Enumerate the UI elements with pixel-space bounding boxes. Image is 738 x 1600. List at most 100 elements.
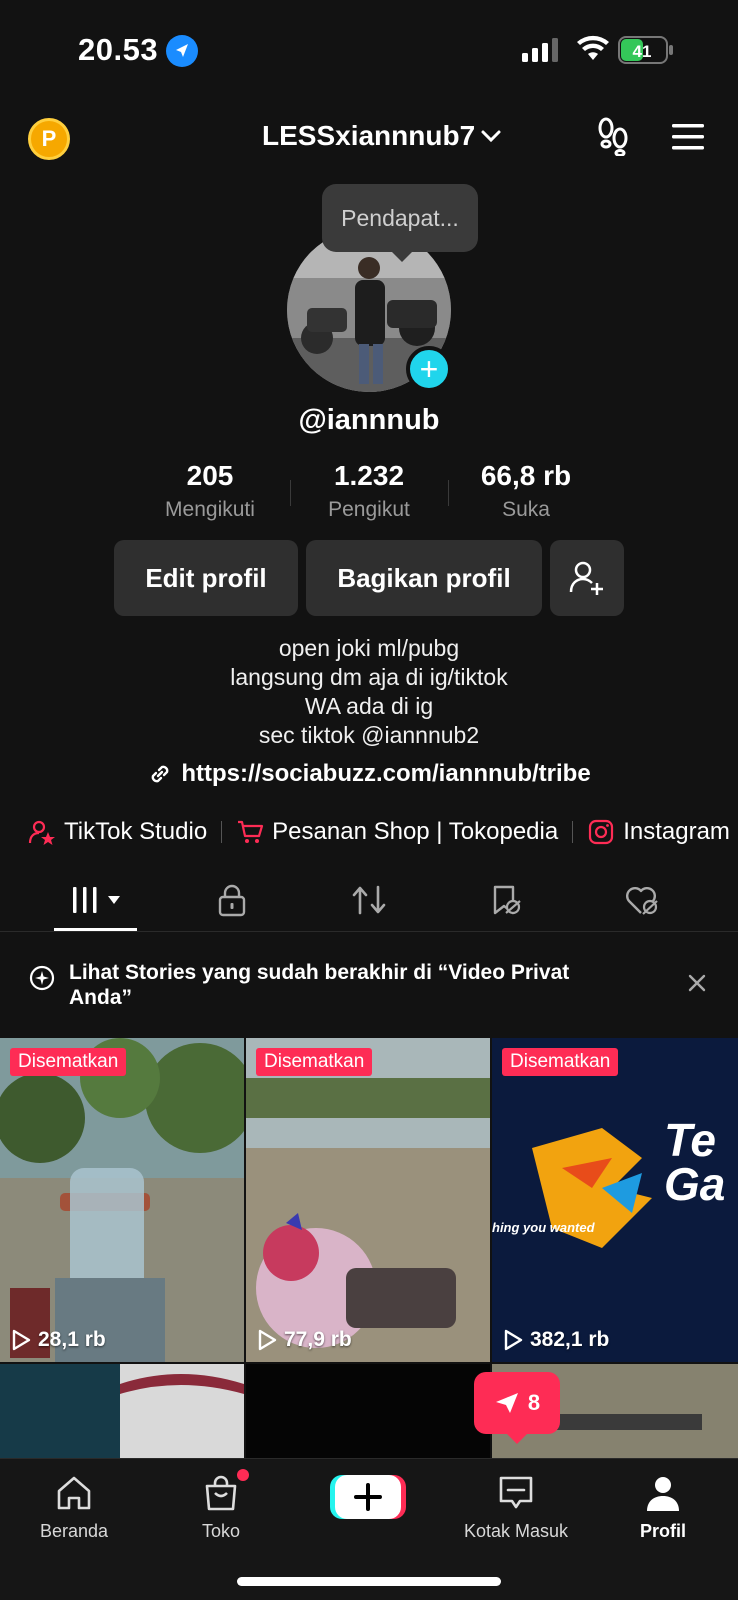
hamburger-menu-icon[interactable] xyxy=(670,120,706,154)
tab-liked-hidden[interactable] xyxy=(620,878,664,922)
close-icon[interactable] xyxy=(686,972,708,994)
video-thumbnail xyxy=(0,1038,244,1362)
stat-likes[interactable]: 66,8 rb Suka xyxy=(451,460,601,522)
add-user-icon xyxy=(569,561,603,595)
thumbnail-brand: Te Ga xyxy=(664,1118,726,1206)
nav-profile[interactable]: Profil xyxy=(593,1469,733,1542)
share-profile-button[interactable]: Bagikan profil xyxy=(306,540,542,616)
wifi-icon xyxy=(577,35,609,60)
home-icon xyxy=(57,1476,91,1510)
view-count-text: 382,1 rb xyxy=(530,1328,610,1351)
stat-likes-value: 66,8 rb xyxy=(480,460,572,491)
pinned-badge: Disematkan xyxy=(10,1048,127,1076)
nav-home[interactable]: Beranda xyxy=(4,1469,144,1542)
create-button[interactable] xyxy=(330,1473,406,1521)
profile-link[interactable]: https://sociabuzz.com/iannnub/tribe xyxy=(0,760,738,788)
coin-badge-icon[interactable]: P xyxy=(28,118,70,160)
video-tile[interactable]: hing you wanted Te Ga Disematkan 382,1 r… xyxy=(492,1038,738,1362)
chevron-down-icon xyxy=(481,130,501,143)
add-friend-button[interactable] xyxy=(550,540,624,616)
caret-down-icon xyxy=(107,896,120,904)
nav-label: Kotak Masuk xyxy=(463,1521,569,1541)
svg-text:41: 41 xyxy=(633,42,652,61)
bubble-count: 8 xyxy=(527,1390,541,1415)
stat-following[interactable]: 205 Mengikuti xyxy=(135,460,285,522)
bio-line: sec tiktok @iannnub2 xyxy=(258,722,480,748)
create-plus-icon xyxy=(330,1475,406,1519)
stat-followers-value: 1.232 xyxy=(333,460,405,491)
lock-icon xyxy=(218,884,246,917)
video-thumbnail xyxy=(0,1364,244,1458)
play-icon xyxy=(504,1329,523,1351)
play-icon xyxy=(12,1329,31,1351)
profile-bio: open joki ml/pubg langsung dm aja di ig/… xyxy=(0,634,738,750)
shortcut-label: TikTok Studio xyxy=(64,818,208,845)
stat-followers[interactable]: 1.232 Pengikut xyxy=(294,460,444,522)
feedback-tooltip[interactable]: Pendapat... xyxy=(322,184,478,262)
shortcut-shop-orders[interactable]: Pesanan Shop | Tokopedia xyxy=(236,818,558,846)
status-time: 20.53 xyxy=(78,32,159,67)
video-tile[interactable] xyxy=(0,1364,244,1458)
stat-likes-label: Suka xyxy=(502,498,550,521)
bottom-nav: Beranda Toko Kotak Masuk Profil xyxy=(0,1458,738,1600)
nav-shop[interactable]: Toko xyxy=(151,1469,291,1542)
story-sparkle-icon xyxy=(29,965,55,991)
view-count-text: 28,1 rb xyxy=(38,1328,106,1351)
profile-handle: @iannnub xyxy=(298,404,440,436)
shortcut-instagram[interactable]: Instagram xyxy=(587,818,730,846)
profile-shortcuts: TikTok Studio Pesanan Shop | Tokopedia I… xyxy=(28,812,730,852)
edit-profile-button[interactable]: Edit profil xyxy=(114,540,298,616)
nav-label: Profil xyxy=(639,1521,686,1541)
footprints-icon[interactable] xyxy=(596,116,632,157)
stat-followers-label: Pengikut xyxy=(328,498,410,521)
shortcut-tiktok-studio[interactable]: TikTok Studio xyxy=(28,818,207,846)
notification-dot xyxy=(237,1469,249,1481)
studio-user-star-icon xyxy=(28,820,55,845)
profile-link-text: https://sociabuzz.com/iannnub/tribe xyxy=(181,760,591,787)
profile-stats: 205 Mengikuti 1.232 Pengikut 66,8 rb Suk… xyxy=(0,460,738,524)
tab-reposts[interactable] xyxy=(347,878,391,922)
tab-private[interactable] xyxy=(210,878,254,922)
nav-label: Beranda xyxy=(39,1521,109,1541)
tab-videos[interactable] xyxy=(54,878,137,922)
shortcut-label: Pesanan Shop | Tokopedia xyxy=(272,818,559,845)
battery-icon: 41 xyxy=(618,36,673,64)
instagram-icon xyxy=(589,819,614,845)
view-count: 382,1 rb xyxy=(502,1328,609,1352)
bio-line: open joki ml/pubg xyxy=(278,635,460,661)
view-count: 77,9 rb xyxy=(256,1328,352,1352)
tab-favorites-hidden[interactable] xyxy=(484,878,528,922)
view-count-text: 77,9 rb xyxy=(284,1328,352,1351)
shortcut-divider xyxy=(221,821,223,843)
home-indicator xyxy=(237,1577,501,1586)
profile-tabs xyxy=(0,870,738,932)
new-message-bubble[interactable]: 8 xyxy=(474,1372,560,1444)
video-thumbnail xyxy=(246,1038,490,1362)
bookmark-hidden-icon xyxy=(493,885,521,915)
shortcut-label: Instagram xyxy=(623,818,730,845)
view-count: 28,1 rb xyxy=(10,1328,106,1352)
cart-icon xyxy=(238,820,264,843)
video-tile[interactable] xyxy=(246,1364,490,1458)
nav-inbox[interactable]: Kotak Masuk xyxy=(446,1469,586,1542)
thumbnail-caption: hing you wanted xyxy=(492,1220,595,1235)
grid-icon xyxy=(72,887,96,913)
username-label: LESSxiannnub7 xyxy=(262,120,476,151)
status-bar: 20.53 41 xyxy=(0,0,738,100)
stat-following-label: Mengikuti xyxy=(165,498,255,521)
bio-line: WA ada di ig xyxy=(304,693,434,719)
inbox-message-icon xyxy=(499,1476,533,1509)
add-story-plus-icon[interactable]: + xyxy=(406,346,452,392)
video-grid: Disematkan 28,1 rb Disematkan 77,9 rb hi… xyxy=(0,1038,738,1458)
location-arrow-icon xyxy=(166,35,198,67)
link-icon xyxy=(151,765,169,783)
video-tile[interactable]: Disematkan 77,9 rb xyxy=(246,1038,490,1362)
account-switcher[interactable]: LESSxiannnub7 xyxy=(262,120,503,152)
send-arrow-icon xyxy=(495,1393,518,1413)
stat-divider xyxy=(290,480,291,506)
heart-hidden-icon xyxy=(626,887,658,915)
shopping-bag-icon xyxy=(205,1475,237,1511)
video-tile[interactable]: Disematkan 28,1 rb xyxy=(0,1038,244,1362)
stories-notice[interactable]: Lihat Stories yang sudah berakhir di “Vi… xyxy=(0,944,738,1038)
shortcut-divider xyxy=(572,821,574,843)
